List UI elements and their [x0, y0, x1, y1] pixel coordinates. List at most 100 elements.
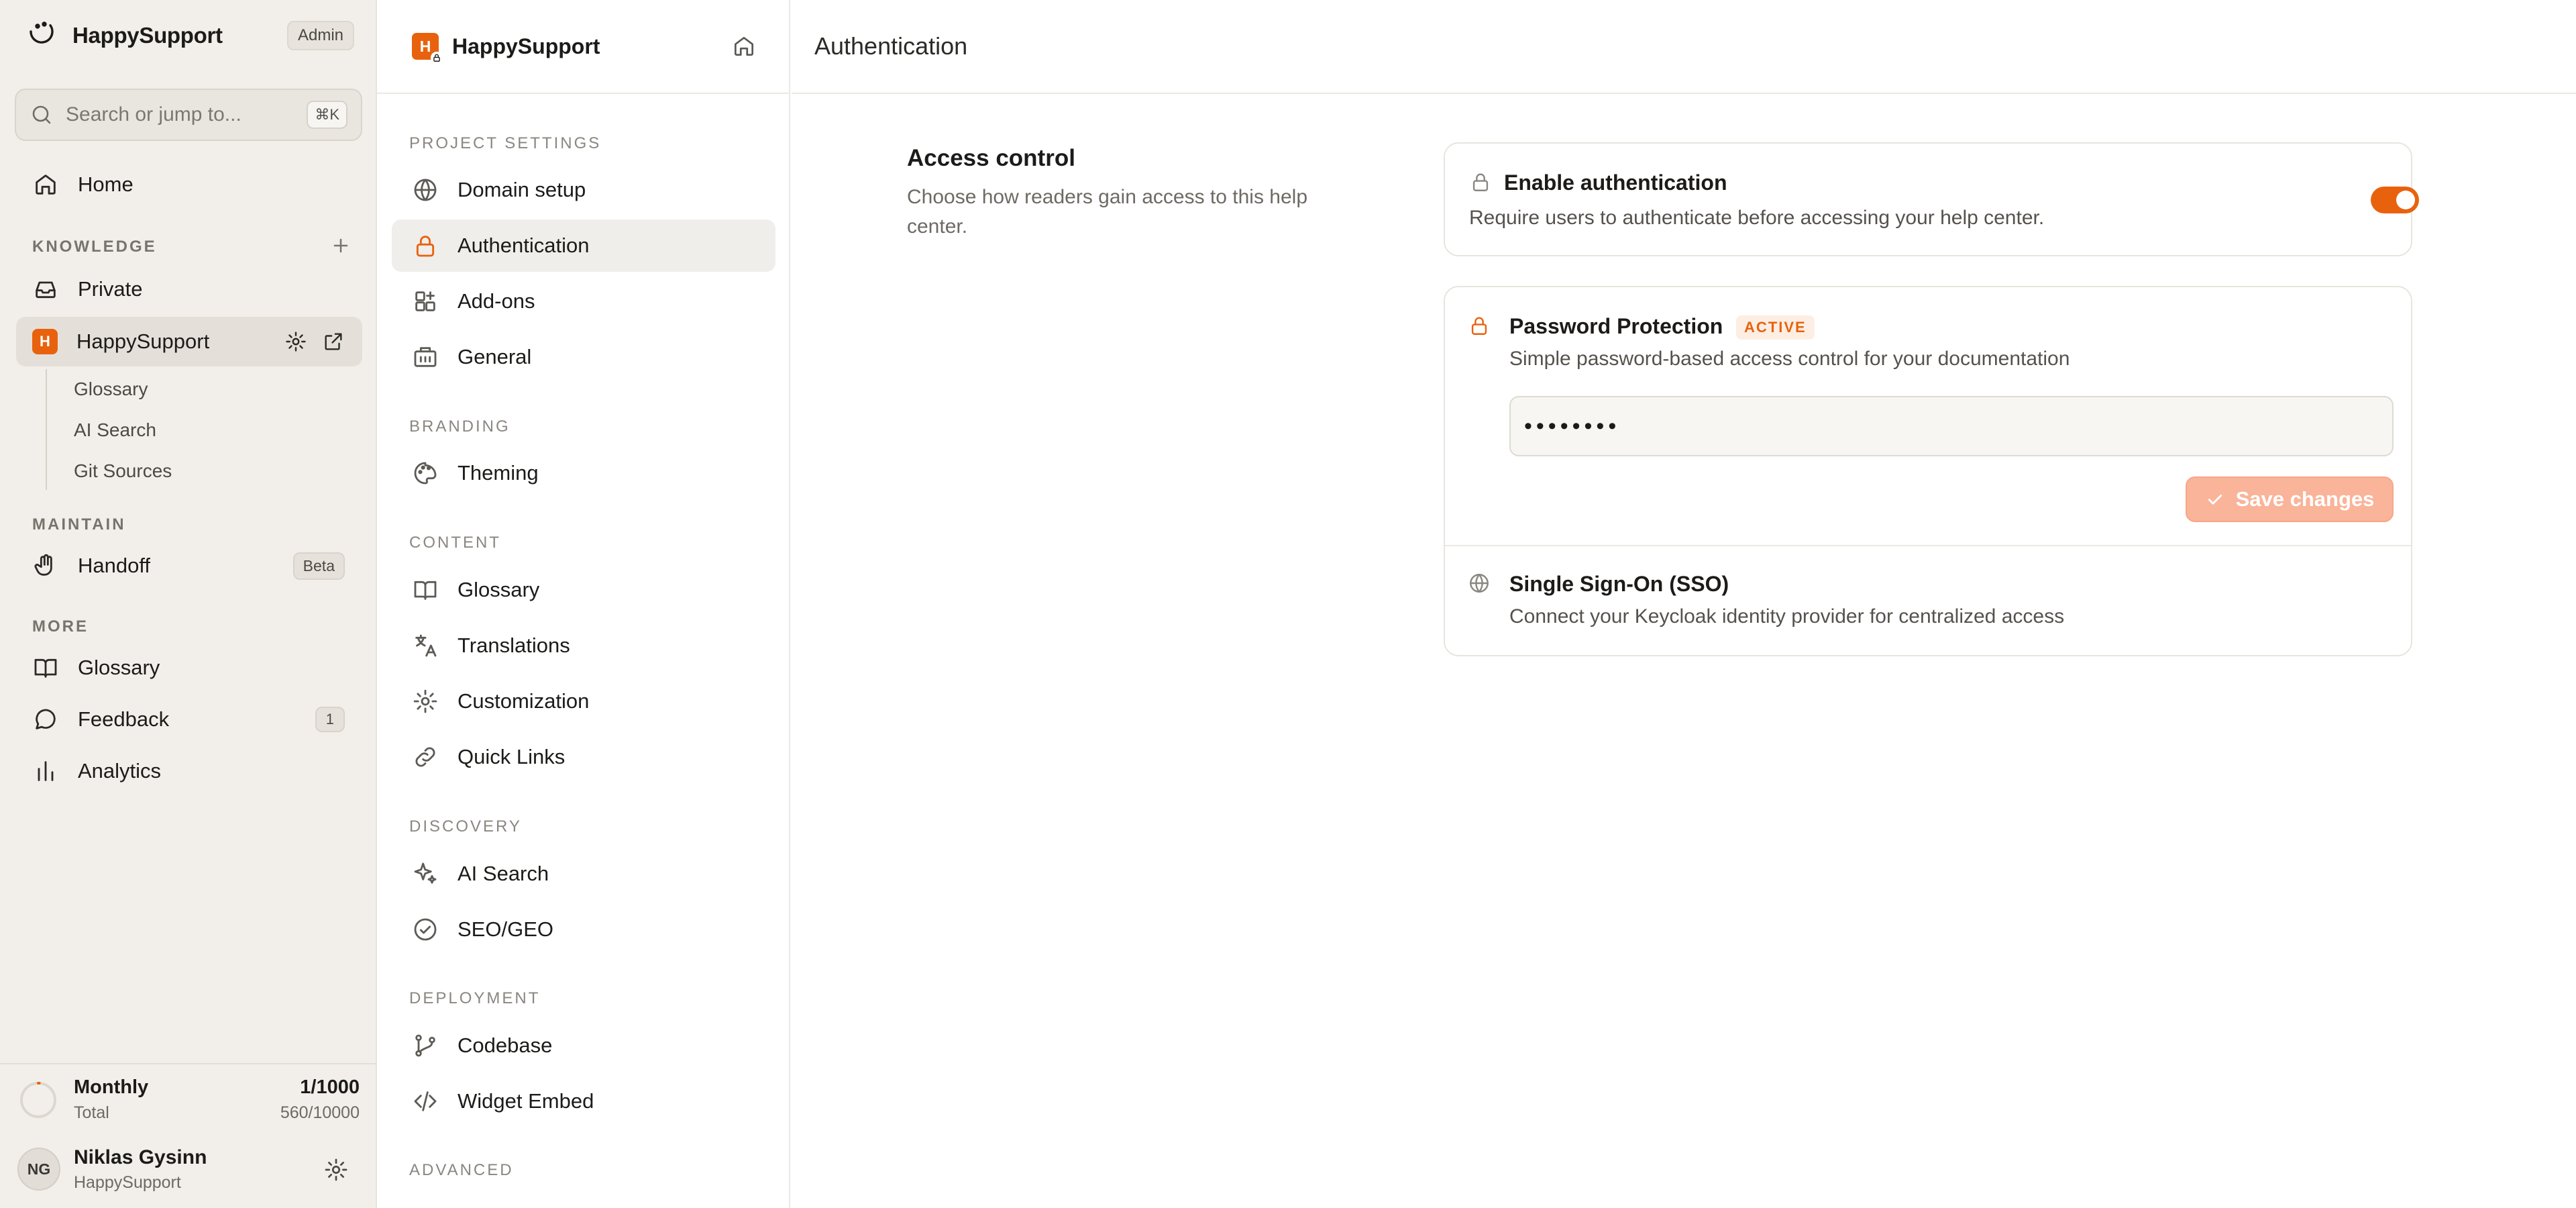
sidebar-item-label: Feedback [78, 707, 170, 731]
add-knowledge-icon[interactable] [329, 234, 353, 258]
usage-title: Monthly [74, 1076, 149, 1098]
settings-item-quick-links[interactable]: Quick Links [392, 731, 775, 783]
gear-icon [413, 689, 437, 713]
project-badge: H [412, 33, 443, 64]
sidebar-item-analytics[interactable]: Analytics [16, 746, 362, 796]
user-profile[interactable]: NG Niklas Gysinn HappySupport [0, 1137, 376, 1204]
project-name: HappySupport [452, 34, 600, 58]
divider [1445, 545, 2411, 546]
section-maintain: MAINTAIN [32, 515, 126, 534]
settings-item-general[interactable]: General [392, 331, 775, 383]
project-badge-letter: H [419, 37, 431, 55]
settings-item-widget-embed[interactable]: Widget Embed [392, 1075, 775, 1127]
sidebar-subitem-ai-search[interactable]: AI Search [74, 419, 156, 441]
password-field[interactable] [1509, 396, 2394, 456]
palette-icon [414, 462, 437, 485]
lock-icon [1471, 317, 1487, 335]
settings-item-seo-geo[interactable]: SEO/GEO [392, 903, 775, 956]
settings-item-domain-setup[interactable]: Domain setup [392, 164, 775, 216]
usage-subtitle: Total [74, 1103, 109, 1122]
settings-item-label: Translations [458, 634, 570, 657]
section-knowledge: KNOWLEDGE [32, 238, 157, 256]
settings-item-addons[interactable]: Add-ons [392, 275, 775, 328]
lock-icon [1472, 173, 1489, 191]
sidebar-subitem-glossary[interactable]: Glossary [74, 379, 148, 400]
settings-item-customization[interactable]: Customization [392, 675, 775, 727]
settings-item-label: Domain setup [458, 178, 586, 201]
globe-icon [414, 179, 437, 201]
enable-auth-toggle[interactable] [2371, 187, 2419, 213]
brand-row: HappySupport Admin [25, 19, 354, 52]
access-control-description: Choose how readers gain access to this h… [907, 186, 1308, 238]
globe-icon [1470, 574, 1489, 593]
enable-auth-description: Require users to authenticate before acc… [1469, 207, 2045, 229]
feedback-count-badge: 1 [315, 707, 345, 732]
usage-meter: Monthly Total 1/1000 560/10000 [0, 1063, 376, 1127]
section-project-settings: PROJECT SETTINGS [409, 134, 602, 152]
search-icon [32, 105, 51, 124]
sidebar-item-label: Analytics [78, 759, 162, 783]
settings-item-translations[interactable]: Translations [392, 619, 775, 672]
enable-authentication-card: Enable authentication Require users to a… [1444, 142, 2419, 256]
gear-icon[interactable] [284, 330, 307, 353]
page-title-text: Authentication [814, 32, 968, 60]
hand-icon [34, 554, 52, 576]
building-icon [414, 347, 437, 367]
user-org: HappySupport [74, 1173, 181, 1192]
sidebar-item-happysupport[interactable]: H HappySupport [16, 317, 362, 366]
main-content: Authentication Access control Choose how… [792, 0, 2576, 1208]
settings-item-label: Widget Embed [458, 1089, 594, 1113]
section-discovery: DISCOVERY [409, 817, 522, 836]
home-icon[interactable] [731, 34, 757, 59]
settings-header: H HappySupport [377, 0, 789, 94]
puzzle-blocks-icon [415, 291, 435, 311]
gear-icon[interactable] [323, 1157, 349, 1182]
user-name: Niklas Gysinn [74, 1146, 207, 1168]
settings-item-label: AI Search [458, 862, 549, 885]
settings-item-label: SEO/GEO [458, 917, 553, 941]
brand-name: HappySupport [72, 23, 223, 48]
tree-line [46, 369, 47, 490]
settings-item-theming[interactable]: Theming [392, 447, 775, 499]
sidebar-item-label: Home [78, 172, 133, 196]
enable-auth-title: Enable authentication [1504, 170, 1727, 195]
link-icon [415, 747, 435, 767]
sso-title: Single Sign-On (SSO) [1509, 572, 1729, 596]
settings-item-label: General [458, 345, 532, 368]
book-icon [414, 581, 437, 600]
search-input[interactable] [66, 103, 294, 126]
page-title: Authentication [792, 0, 2576, 94]
sidebar-item-handoff[interactable]: Handoff Beta [16, 541, 362, 591]
external-link-icon[interactable] [322, 330, 345, 353]
book-icon [34, 658, 57, 678]
project-badge: H [32, 329, 58, 354]
search-box[interactable]: ⌘K [15, 89, 362, 141]
save-changes-button[interactable]: Save changes [2186, 476, 2394, 522]
sidebar-item-feedback[interactable]: Feedback 1 [16, 695, 362, 744]
section-content: CONTENT [409, 534, 501, 552]
translate-icon [415, 634, 437, 657]
app-sidebar: HappySupport Admin ⌘K Home KNOWLEDGE Pri… [0, 0, 377, 1208]
password-protection-title: Password Protection [1509, 314, 1723, 338]
sidebar-subitem-git-sources[interactable]: Git Sources [74, 460, 172, 482]
settings-item-codebase[interactable]: Codebase [392, 1019, 775, 1072]
sidebar-item-home[interactable]: Home [16, 160, 362, 209]
password-protection-description: Simple password-based access control for… [1509, 348, 2070, 370]
settings-item-label: Customization [458, 689, 590, 713]
settings-item-authentication[interactable]: Authentication [392, 219, 775, 272]
sidebar-item-glossary[interactable]: Glossary [16, 643, 362, 693]
settings-item-ai-search[interactable]: AI Search [392, 848, 775, 900]
sidebar-item-private[interactable]: Private [16, 264, 362, 314]
smile-logo-icon [30, 21, 54, 44]
sidebar-item-label: Private [78, 277, 143, 301]
section-more: MORE [32, 617, 89, 636]
usage-monthly-value: 1/1000 [300, 1076, 360, 1098]
settings-item-label: Codebase [458, 1034, 553, 1057]
usage-ring-icon [20, 1082, 56, 1118]
check-icon [2208, 495, 2222, 505]
sidebar-item-label: Handoff [78, 554, 151, 577]
sidebar-item-label: Glossary [78, 656, 160, 679]
settings-item-glossary[interactable]: Glossary [392, 564, 775, 616]
lock-mini-icon [431, 52, 443, 64]
git-branch-icon [415, 1034, 435, 1057]
